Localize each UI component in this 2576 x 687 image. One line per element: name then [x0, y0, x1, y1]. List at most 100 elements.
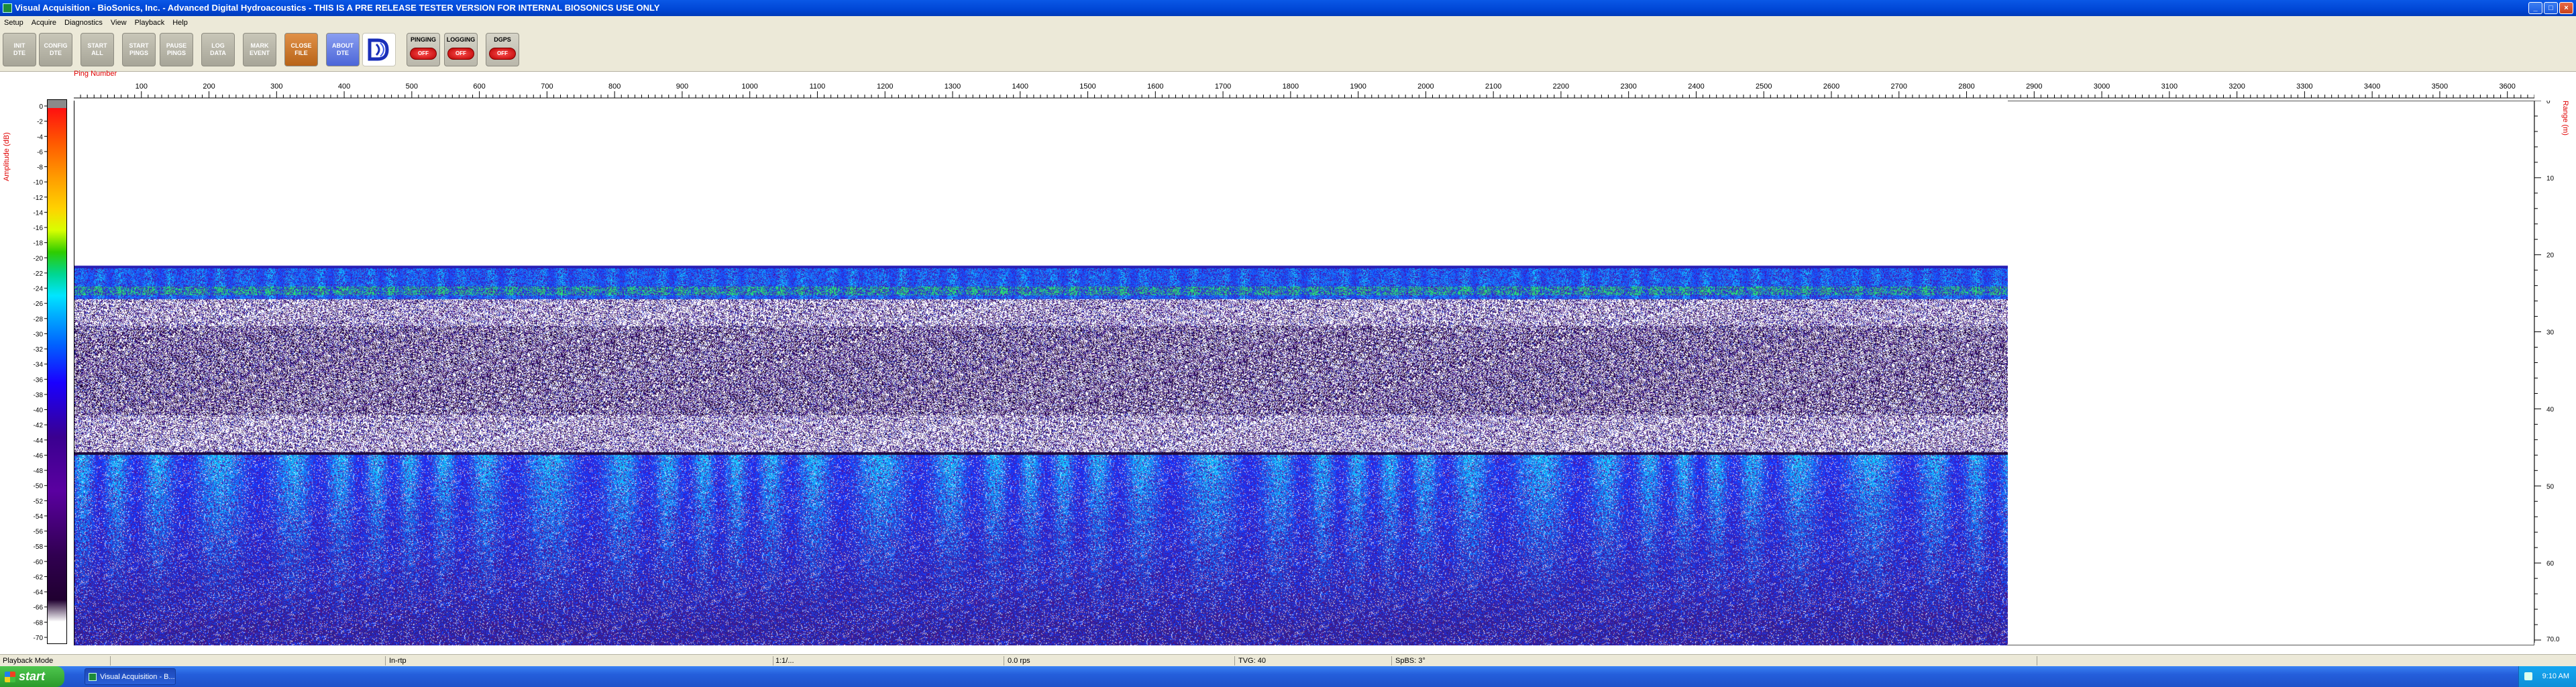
status-separator [1234, 656, 1235, 666]
window-title: Visual Acquisition - BioSonics, Inc. - A… [15, 3, 660, 13]
amplitude-tick-label: -26 [34, 301, 43, 308]
x-tick-label: 200 [203, 83, 215, 91]
amplitude-tick-label: -6 [37, 149, 43, 156]
amplitude-tick-label: -48 [34, 468, 43, 475]
amplitude-tick-label: -44 [34, 437, 43, 445]
range-tick-label: 10 [2546, 175, 2555, 182]
status-field-3: 1:1/... [775, 657, 794, 665]
amplitude-tick-label: -68 [34, 619, 43, 627]
start-all-button[interactable]: START ALL [80, 33, 114, 66]
amplitude-tick-label: -34 [34, 362, 43, 369]
x-tick-label: 2800 [1958, 83, 1974, 91]
amplitude-color-bar [47, 99, 67, 644]
amplitude-tick-label: -20 [34, 255, 43, 262]
amplitude-tick-label: -10 [34, 179, 43, 187]
config-dte-button[interactable]: CONFIG DTE [39, 33, 72, 66]
logging-led: OFF [447, 48, 474, 60]
taskbar-item-visual-acquisition[interactable]: Visual Acquisition - B... [85, 668, 176, 685]
x-tick-label: 3500 [2432, 83, 2448, 91]
amplitude-tick-label: -38 [34, 392, 43, 399]
close-button[interactable]: × [2559, 2, 2573, 14]
menu-help[interactable]: Help [168, 16, 192, 30]
logging-indicator: LOGGING OFF [444, 33, 478, 66]
start-pings-button[interactable]: START PINGS [122, 33, 156, 66]
amplitude-tick-label: -50 [34, 483, 43, 490]
x-tick-label: 2100 [1485, 83, 1501, 91]
amplitude-tick-label: -16 [34, 225, 43, 232]
x-tick-label: 1100 [810, 83, 826, 91]
amplitude-tick-label: -62 [34, 574, 43, 581]
amplitude-tick-label: -54 [34, 513, 43, 521]
amplitude-tick-label: -42 [34, 422, 43, 429]
amplitude-tick-label: -24 [34, 286, 43, 293]
amplitude-axis-label: Amplitude (dB) [3, 132, 11, 181]
init-dte-button[interactable]: INIT DTE [3, 33, 36, 66]
start-button[interactable]: start [0, 666, 64, 687]
close-file-button[interactable]: CLOSE FILE [284, 33, 318, 66]
logging-label: LOGGING [446, 36, 476, 43]
x-tick-label: 2200 [1553, 83, 1569, 91]
menu-setup[interactable]: Setup [0, 16, 28, 30]
minimize-button[interactable]: _ [2528, 2, 2542, 14]
amplitude-tick-label: -30 [34, 331, 43, 338]
amplitude-tick-label: -40 [34, 407, 43, 415]
mark-event-button[interactable]: MARK EVENT [243, 33, 276, 66]
system-tray: 9:10 AM [2518, 666, 2576, 687]
maximize-button[interactable]: □ [2544, 2, 2558, 14]
log-data-button[interactable]: LOG DATA [201, 33, 235, 66]
menu-acquire[interactable]: Acquire [28, 16, 60, 30]
toolbar: INIT DTE CONFIG DTE START ALL START PING… [0, 30, 2576, 72]
status-field-6: SpBS: 3° [1395, 657, 1426, 665]
echogram-display[interactable] [74, 101, 2008, 645]
x-tick-label: 1900 [1350, 83, 1366, 91]
tray-network-icon[interactable] [2524, 672, 2532, 680]
x-tick-label: 3300 [2296, 83, 2312, 91]
x-axis-label: Ping Number [74, 70, 117, 78]
biosonics-logo-icon [362, 33, 396, 66]
x-tick-label: 3000 [2094, 83, 2110, 91]
amplitude-tick-label: -70 [34, 635, 43, 642]
x-tick-label: 1700 [1215, 83, 1231, 91]
x-tick-label: 3100 [2161, 83, 2178, 91]
dgps-indicator: DGPS OFF [486, 33, 519, 66]
x-tick-label: 2500 [1756, 83, 1772, 91]
menu-view[interactable]: View [107, 16, 131, 30]
range-tick-label: 20 [2546, 252, 2555, 260]
windows-flag-icon [5, 672, 15, 682]
x-tick-label: 1400 [1012, 83, 1028, 91]
x-tick-label: 2300 [1620, 83, 1636, 91]
status-field-2: In-rtp [389, 657, 407, 665]
about-dte-button[interactable]: ABOUT DTE [326, 33, 360, 66]
amplitude-tick-label: -52 [34, 498, 43, 505]
pause-pings-button[interactable]: PAUSE PINGS [160, 33, 193, 66]
amplitude-tick-label: -66 [34, 604, 43, 612]
x-tick-label: 2400 [1688, 83, 1704, 91]
range-tick-label: 30 [2546, 329, 2555, 337]
amplitude-tick-label: -4 [37, 134, 43, 141]
dgps-label: DGPS [494, 36, 511, 43]
status-separator [110, 656, 111, 666]
pinging-indicator: PINGING OFF [407, 33, 440, 66]
menu-diagnostics[interactable]: Diagnostics [60, 16, 107, 30]
status-separator [1391, 656, 1392, 666]
x-tick-label: 1000 [741, 83, 757, 91]
pinging-led: OFF [410, 48, 437, 60]
amplitude-tick-label: -12 [34, 195, 43, 202]
amplitude-tick-label: -18 [34, 240, 43, 248]
amplitude-tick-label: -64 [34, 589, 43, 596]
x-tick-label: 400 [338, 83, 350, 91]
x-tick-label: 2900 [2026, 83, 2042, 91]
amplitude-tick-label: -28 [34, 316, 43, 323]
amplitude-tick-label: -14 [34, 209, 43, 217]
status-field-4: 0.0 rps [1008, 657, 1030, 665]
range-tick-label: 0 [2546, 101, 2551, 105]
amplitude-tick-label: -56 [34, 529, 43, 536]
menu-playback[interactable]: Playback [131, 16, 169, 30]
ping-number-axis: 100 200 300 400 500 600 700 800 900 1000 1100 1200 1… [74, 83, 2534, 99]
start-label: start [19, 670, 46, 683]
dgps-led: OFF [489, 48, 516, 60]
window-controls: _ □ × [2528, 2, 2573, 14]
taskbar-item-label: Visual Acquisition - B... [100, 673, 175, 681]
x-tick-label: 500 [406, 83, 418, 91]
x-tick-label: 600 [473, 83, 485, 91]
